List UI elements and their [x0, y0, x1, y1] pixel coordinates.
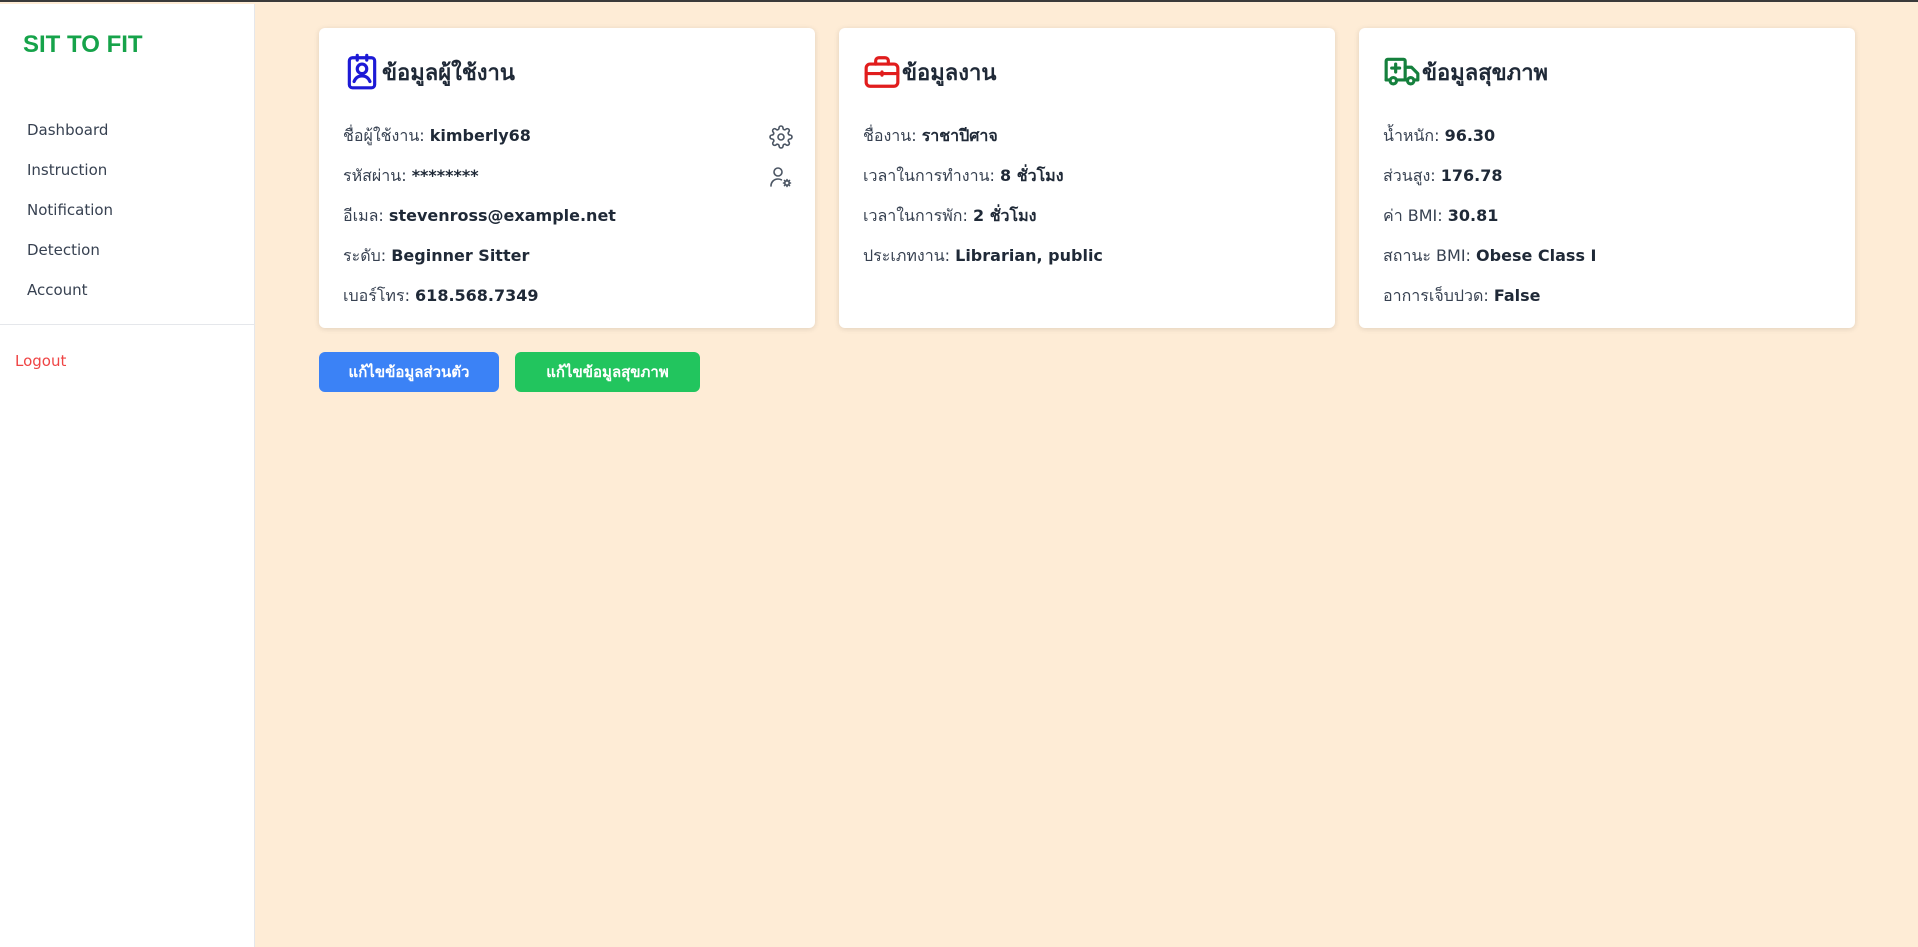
- row-label: ส่วนสูง:: [1383, 166, 1436, 185]
- user-row-username: ชื่อผู้ใช้งาน: kimberly68: [343, 116, 793, 156]
- health-info-card: ข้อมูลสุขภาพ น้ำหนัก: 96.30 ส่วนสูง: 176…: [1359, 28, 1855, 328]
- row-value: Obese Class I: [1476, 246, 1597, 265]
- row-value: stevenross@example.net: [388, 206, 616, 225]
- work-row-work-hours: เวลาในการทำงาน: 8 ชั่วโมง: [863, 156, 1311, 196]
- work-info-rows: ชื่องาน: ราชาปีศาจ เวลาในการทำงาน: 8 ชั่…: [863, 116, 1311, 276]
- row-value: ********: [411, 166, 479, 185]
- edit-personal-info-button[interactable]: แก้ไขข้อมูลส่วนตัว: [319, 352, 499, 392]
- work-info-title: ข้อมูลงาน: [902, 60, 997, 86]
- sidebar-item-account[interactable]: Account: [27, 276, 113, 316]
- row-value: 96.30: [1444, 126, 1496, 145]
- work-info-card: ข้อมูลงาน ชื่องาน: ราชาปีศาจ เวลาในการทำ…: [839, 28, 1335, 328]
- sidebar: SIT TO FIT Dashboard Instruction Notific…: [0, 4, 255, 947]
- row-label: ชื่อผู้ใช้งาน:: [343, 126, 425, 145]
- row-value: 2 ชั่วโมง: [972, 206, 1037, 225]
- row-label: รหัสผ่าน:: [343, 166, 407, 185]
- row-value: ราชาปีศาจ: [921, 126, 998, 145]
- row-label: ระดับ:: [343, 246, 387, 265]
- user-info-rows: ชื่อผู้ใช้งาน: kimberly68 รหัสผ่าน: ****…: [343, 116, 793, 316]
- user-info-header: ข้อมูลผู้ใช้งาน: [343, 52, 515, 92]
- user-row-phone: เบอร์โทร: 618.568.7349: [343, 276, 791, 316]
- health-row-bmi-status: สถานะ BMI: Obese Class I: [1383, 236, 1831, 276]
- sidebar-item-detection[interactable]: Detection: [27, 236, 113, 276]
- row-label: ประเภทงาน:: [863, 246, 951, 265]
- row-value: 8 ชั่วโมง: [1000, 166, 1064, 185]
- sidebar-nav: Dashboard Instruction Notification Detec…: [27, 116, 113, 316]
- logout-link[interactable]: Logout: [15, 352, 66, 370]
- health-info-title: ข้อมูลสุขภาพ: [1422, 60, 1549, 86]
- health-info-rows: น้ำหนัก: 96.30 ส่วนสูง: 176.78 ค่า BMI: …: [1383, 116, 1831, 316]
- briefcase-icon: [864, 56, 900, 88]
- row-label: อาการเจ็บปวด:: [1383, 286, 1489, 305]
- row-value: Beginner Sitter: [391, 246, 530, 265]
- row-value: 618.568.7349: [415, 286, 539, 305]
- work-row-type: ประเภทงาน: Librarian, public: [863, 236, 1311, 276]
- user-info-title: ข้อมูลผู้ใช้งาน: [382, 60, 515, 86]
- health-row-bmi: ค่า BMI: 30.81: [1383, 196, 1831, 236]
- user-row-password: รหัสผ่าน: ********: [343, 156, 793, 196]
- sidebar-item-notification[interactable]: Notification: [27, 196, 113, 236]
- health-row-weight: น้ำหนัก: 96.30: [1383, 116, 1831, 156]
- row-label: อีเมล:: [343, 206, 384, 225]
- user-info-card: ข้อมูลผู้ใช้งาน ชื่อผู้ใช้งาน: kimberly6…: [319, 28, 815, 328]
- row-label: สถานะ BMI:: [1383, 246, 1471, 265]
- sidebar-divider: [0, 324, 254, 325]
- work-row-break-hours: เวลาในการพัก: 2 ชั่วโมง: [863, 196, 1311, 236]
- row-value: False: [1493, 286, 1541, 305]
- gear-icon[interactable]: [769, 125, 793, 149]
- user-settings-icon[interactable]: [769, 165, 793, 189]
- work-info-header: ข้อมูลงาน: [863, 52, 996, 92]
- row-label: เวลาในการทำงาน:: [863, 166, 995, 185]
- health-info-header: ข้อมูลสุขภาพ: [1383, 52, 1548, 92]
- row-value: 30.81: [1447, 206, 1499, 225]
- work-row-name: ชื่องาน: ราชาปีศาจ: [863, 116, 1311, 156]
- user-badge-icon: [347, 53, 377, 90]
- sidebar-item-dashboard[interactable]: Dashboard: [27, 116, 113, 156]
- row-label: เบอร์โทร:: [343, 286, 410, 305]
- row-label: น้ำหนัก:: [1383, 126, 1440, 145]
- row-label: ค่า BMI:: [1383, 206, 1443, 225]
- row-label: ชื่องาน:: [863, 126, 917, 145]
- user-row-level: ระดับ: Beginner Sitter: [343, 236, 791, 276]
- ambulance-icon: [1384, 57, 1420, 86]
- user-row-email: อีเมล: stevenross@example.net: [343, 196, 791, 236]
- brand-logo[interactable]: SIT TO FIT: [23, 31, 143, 59]
- row-value: Librarian, public: [955, 246, 1103, 265]
- sidebar-item-instruction[interactable]: Instruction: [27, 156, 113, 196]
- row-value: kimberly68: [429, 126, 531, 145]
- row-label: เวลาในการพัก:: [863, 206, 968, 225]
- edit-health-info-button[interactable]: แก้ไขข้อมูลสุขภาพ: [515, 352, 700, 392]
- health-row-height: ส่วนสูง: 176.78: [1383, 156, 1831, 196]
- row-value: 176.78: [1440, 166, 1503, 185]
- health-row-pain: อาการเจ็บปวด: False: [1383, 276, 1831, 316]
